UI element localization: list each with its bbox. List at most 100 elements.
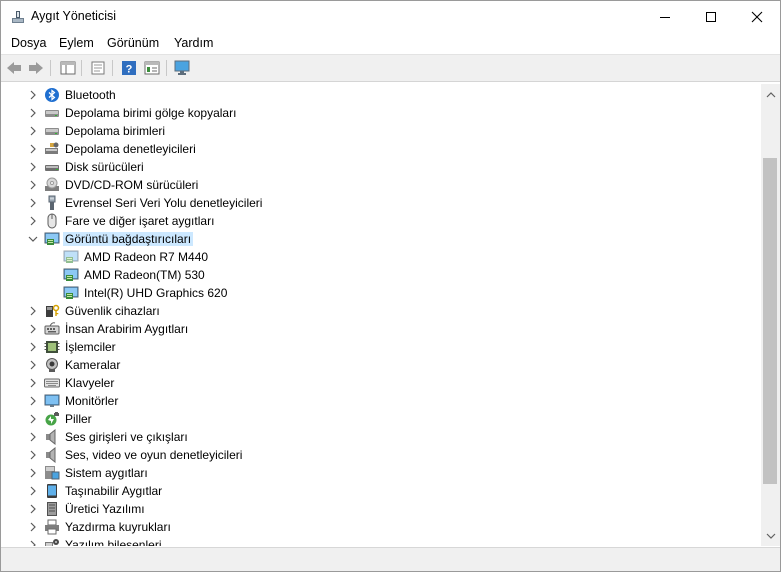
scroll-up-button[interactable]: [761, 86, 780, 103]
device-category[interactable]: Evrensel Seri Veri Yolu denetleyicileri: [1, 194, 761, 212]
tree-item-label: Taşınabilir Aygıtlar: [65, 484, 163, 498]
drive-icon: [45, 128, 59, 135]
scroll-down-button[interactable]: [761, 527, 780, 544]
expander-toggle[interactable]: [27, 431, 39, 443]
device-item[interactable]: Intel(R) UHD Graphics 620: [1, 284, 761, 302]
bluetooth-icon: [45, 88, 59, 102]
expander-toggle[interactable]: [27, 215, 39, 227]
expander-toggle[interactable]: [27, 413, 39, 425]
menu-view[interactable]: Görünüm: [107, 36, 159, 50]
chevron-right-icon: [30, 432, 36, 442]
expander-toggle[interactable]: [27, 107, 39, 119]
expander-toggle[interactable]: [27, 521, 39, 533]
tree-item-label: Monitörler: [65, 394, 119, 408]
expander-toggle[interactable]: [27, 143, 39, 155]
device-item[interactable]: AMD Radeon R7 M440: [1, 248, 761, 266]
properties-button[interactable]: [88, 59, 108, 77]
expander-toggle[interactable]: [27, 395, 39, 407]
tree-item-label: Üretici Yazılımı: [65, 502, 145, 516]
action-view-icon: [144, 61, 160, 75]
device-category[interactable]: Piller: [1, 410, 761, 428]
chevron-right-icon: [30, 90, 36, 100]
menu-file[interactable]: Dosya: [11, 36, 46, 50]
maximize-icon: [706, 11, 716, 22]
back-button[interactable]: [4, 59, 24, 77]
device-category[interactable]: Ses, video ve oyun denetleyicileri: [1, 446, 761, 464]
close-button[interactable]: [734, 1, 780, 32]
tree-item-label: Intel(R) UHD Graphics 620: [84, 286, 228, 300]
tree-item-label: Yazılım bileşenleri: [65, 538, 162, 546]
minimize-button[interactable]: [642, 1, 688, 32]
device-category[interactable]: Fare ve diğer işaret aygıtları: [1, 212, 761, 230]
show-hide-console-tree-button[interactable]: [58, 59, 78, 77]
expander-toggle[interactable]: [27, 179, 39, 191]
device-category[interactable]: İnsan Arabirim Aygıtları: [1, 320, 761, 338]
device-category[interactable]: Üretici Yazılımı: [1, 500, 761, 518]
device-category[interactable]: Depolama denetleyicileri: [1, 140, 761, 158]
scan-hardware-button[interactable]: [173, 59, 193, 77]
expander-toggle[interactable]: [27, 539, 39, 546]
device-category[interactable]: Yazılım bileşenleri: [1, 536, 761, 546]
device-category[interactable]: Depolama birimleri: [1, 122, 761, 140]
device-category[interactable]: Taşınabilir Aygıtlar: [1, 482, 761, 500]
tree-item-label: Yazdırma kuyrukları: [65, 520, 171, 534]
title-bar[interactable]: Aygıt Yöneticisi: [1, 1, 780, 32]
maximize-button[interactable]: [688, 1, 734, 32]
device-category[interactable]: Ses girişleri ve çıkışları: [1, 428, 761, 446]
device-category[interactable]: Monitörler: [1, 392, 761, 410]
expander-toggle[interactable]: [27, 233, 39, 245]
scrollbar-thumb[interactable]: [763, 158, 777, 484]
expander-toggle[interactable]: [27, 485, 39, 497]
device-category[interactable]: DVD/CD-ROM sürücüleri: [1, 176, 761, 194]
menu-action[interactable]: Eylem: [59, 36, 94, 50]
help-button[interactable]: ?: [119, 59, 139, 77]
chevron-right-icon: [30, 396, 36, 406]
tree-item-label: Piller: [65, 412, 92, 426]
device-category[interactable]: Sistem aygıtları: [1, 464, 761, 482]
expander-toggle[interactable]: [27, 305, 39, 317]
expander-toggle[interactable]: [27, 341, 39, 353]
device-category[interactable]: Yazdırma kuyrukları: [1, 518, 761, 536]
device-item[interactable]: AMD Radeon(TM) 530: [1, 266, 761, 284]
device-category[interactable]: Güvenlik cihazları: [1, 302, 761, 320]
tree-item-label: Fare ve diğer işaret aygıtları: [65, 214, 215, 228]
dvd-icon: [45, 177, 59, 191]
chevron-right-icon: [30, 504, 36, 514]
properties-icon: [91, 61, 105, 75]
tree-item-label: Görüntü bağdaştırıcıları: [63, 232, 194, 246]
display-adapter-icon: [44, 232, 60, 245]
device-category[interactable]: Görüntü bağdaştırıcıları: [1, 230, 761, 248]
vertical-scrollbar[interactable]: [761, 84, 780, 546]
storage-controller-icon: [45, 142, 59, 154]
expander-toggle[interactable]: [27, 449, 39, 461]
expander-toggle[interactable]: [27, 161, 39, 173]
expander-toggle[interactable]: [27, 503, 39, 515]
expander-toggle[interactable]: [27, 467, 39, 479]
minimize-icon: [660, 16, 670, 18]
tree-item-label: Depolama birimleri: [65, 124, 166, 138]
status-bar: [1, 547, 780, 571]
chevron-right-icon: [30, 198, 36, 208]
toolbar-separator: [50, 60, 51, 76]
device-category[interactable]: Bluetooth: [1, 86, 761, 104]
forward-button[interactable]: [26, 59, 46, 77]
chevron-right-icon: [30, 144, 36, 154]
expander-toggle[interactable]: [27, 125, 39, 137]
menu-help[interactable]: Yardım: [174, 36, 213, 50]
device-category[interactable]: Disk sürücüleri: [1, 158, 761, 176]
action-view-button[interactable]: [142, 59, 162, 77]
expander-toggle[interactable]: [27, 359, 39, 371]
device-category[interactable]: Klavyeler: [1, 374, 761, 392]
device-tree[interactable]: Bluetooth Depolama birimi gölge kopyaları…: [1, 84, 761, 546]
expander-toggle[interactable]: [27, 377, 39, 389]
toolbar-separator: [166, 60, 167, 76]
expander-toggle[interactable]: [27, 89, 39, 101]
battery-icon: [45, 412, 59, 426]
device-category[interactable]: Depolama birimi gölge kopyaları: [1, 104, 761, 122]
expander-toggle[interactable]: [27, 197, 39, 209]
device-category[interactable]: İşlemciler: [1, 338, 761, 356]
speaker-icon: [46, 447, 56, 463]
device-category[interactable]: Kameralar: [1, 356, 761, 374]
expander-toggle[interactable]: [27, 323, 39, 335]
chevron-right-icon: [30, 108, 36, 118]
